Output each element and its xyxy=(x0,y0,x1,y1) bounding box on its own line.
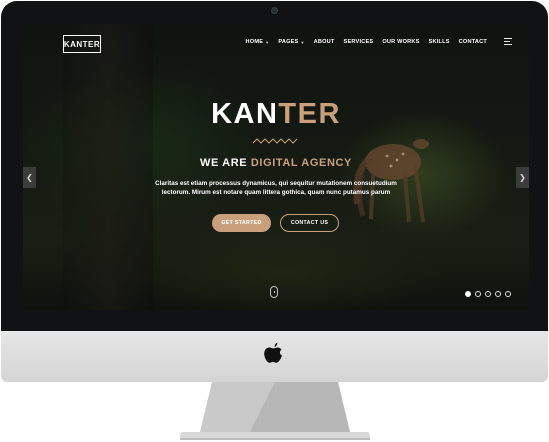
nav-item-skills[interactable]: SKILLS xyxy=(429,39,450,45)
monitor-stand xyxy=(180,382,370,440)
slider-dot[interactable] xyxy=(505,291,511,297)
description-line: Claritas est etiam processus dynamicus, … xyxy=(155,180,397,187)
hero-title-main: KAN xyxy=(211,98,279,130)
nav-item-label: SKILLS xyxy=(428,39,450,45)
main-navigation: HOME ▼ PAGES ▼ ABOUT SERVICES OUR WORKS … xyxy=(246,39,487,45)
brand-logo[interactable]: KANTER xyxy=(63,35,101,53)
hero-title: KANTER xyxy=(23,98,529,131)
slider-dot[interactable] xyxy=(495,291,501,297)
tagline-main: WE ARE xyxy=(200,157,248,169)
get-started-button[interactable]: GET STARTED xyxy=(212,214,271,232)
slider-dot[interactable] xyxy=(485,291,491,297)
nav-item-about[interactable]: ABOUT xyxy=(314,39,335,45)
website-screen: KANTER HOME ▼ PAGES ▼ ABOUT SERVICES OUR… xyxy=(23,24,529,310)
tagline-accent: DIGITAL AGENCY xyxy=(250,157,352,169)
nav-item-pages[interactable]: PAGES ▼ xyxy=(278,39,304,45)
nav-item-services[interactable]: SERVICES xyxy=(344,39,374,45)
nav-item-label: ABOUT xyxy=(313,39,335,45)
scroll-down-icon[interactable] xyxy=(270,286,278,298)
chevron-down-icon: ▼ xyxy=(300,39,305,45)
nav-item-contact[interactable]: CONTACT xyxy=(459,39,487,45)
contact-us-button[interactable]: CONTACT US xyxy=(280,214,339,232)
menu-icon[interactable] xyxy=(504,38,512,45)
camera-icon xyxy=(271,7,278,14)
chevron-right-icon[interactable]: ❯ xyxy=(516,167,529,188)
slider-dots xyxy=(465,291,511,297)
chevron-down-icon: ▼ xyxy=(265,39,270,45)
nav-item-label: HOME xyxy=(245,39,264,45)
nav-item-our-works[interactable]: OUR WORKS xyxy=(382,39,419,45)
slider-dot[interactable] xyxy=(475,291,481,297)
slider-dot[interactable] xyxy=(465,291,471,297)
apple-logo-icon xyxy=(264,342,282,363)
zigzag-divider-icon xyxy=(253,138,298,144)
hero-description: Claritas est etiam processus dynamicus, … xyxy=(141,180,411,198)
hero-title-accent: TER xyxy=(278,98,341,130)
nav-item-label: SERVICES xyxy=(343,39,374,45)
chevron-left-icon[interactable]: ❮ xyxy=(23,167,36,188)
hero-tagline: WE ARE DIGITAL AGENCY xyxy=(23,157,529,169)
description-line: lectorum. Mirum est notare quam littera … xyxy=(161,188,391,196)
monitor-frame: KANTER HOME ▼ PAGES ▼ ABOUT SERVICES OUR… xyxy=(1,1,548,331)
nav-item-home[interactable]: HOME ▼ xyxy=(246,39,270,45)
nav-item-label: PAGES xyxy=(278,39,299,45)
nav-item-label: OUR WORKS xyxy=(382,39,420,45)
nav-item-label: CONTACT xyxy=(458,39,487,45)
